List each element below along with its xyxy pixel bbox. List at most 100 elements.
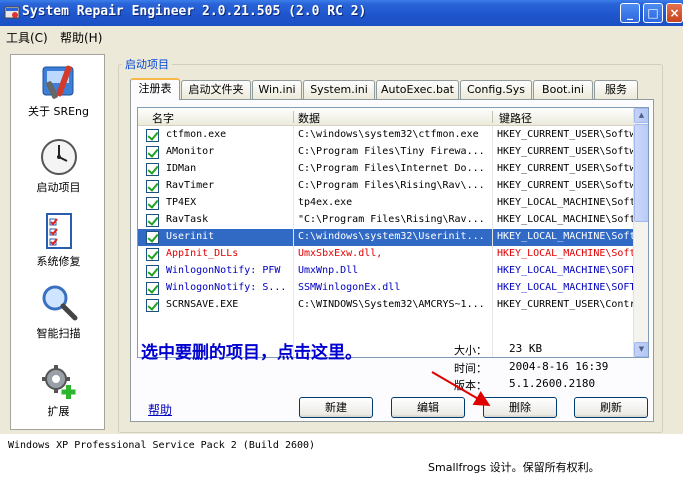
new-button[interactable]: 新建 [299, 397, 373, 418]
tab-services[interactable]: 服务 [594, 80, 638, 99]
row-data: C:\Program Files\Rising\Rav\... [298, 180, 485, 191]
tab-win-ini[interactable]: Win.ini [252, 80, 302, 99]
row-name: AppInit_DLLs [166, 248, 239, 259]
sidebar-item-label: 扩展 [47, 405, 70, 418]
window-title: System Repair Engineer 2.0.21.505 (2.0 R… [22, 4, 367, 19]
row-key-path: HKEY_LOCAL_MACHINE\Software [497, 214, 633, 225]
menu-help[interactable]: 帮助(H) [60, 29, 102, 46]
table-row[interactable]: RavTask "C:\Program Files\Rising\Rav... HK… [138, 212, 635, 229]
startup-list[interactable]: 名字 数据 键路径 ctfmon.exe C:\windows\system32\… [137, 107, 649, 358]
row-data: C:\WINDOWS\System32\AMCRYS~1... [298, 299, 485, 310]
time-value: 2004-8-16 16:39 [509, 360, 609, 373]
enabled-checkbox[interactable] [146, 197, 159, 210]
row-data: C:\windows\system32\Userinit... [298, 231, 485, 242]
tab-startup-folder[interactable]: 启动文件夹 [181, 80, 251, 99]
sidebar-item-startup[interactable]: 启动项目 [11, 137, 106, 195]
help-link[interactable]: 帮助 [148, 401, 172, 418]
sidebar-item-extensions[interactable]: 扩展 [11, 361, 106, 419]
row-name: WinlogonNotify: S... [166, 282, 287, 293]
app-icon [4, 6, 20, 19]
row-key-path: HKEY_CURRENT_USER\Software [497, 180, 633, 191]
title-bar: System Repair Engineer 2.0.21.505 (2.0 R… [0, 0, 683, 26]
refresh-button[interactable]: 刷新 [574, 397, 648, 418]
row-name: SCRNSAVE.EXE [166, 299, 239, 310]
column-header-key-path[interactable]: 键路径 [499, 110, 532, 126]
row-key-path: HKEY_LOCAL_MACHINE\SOFTWARE [497, 282, 633, 293]
enabled-checkbox[interactable] [146, 180, 159, 193]
row-key-path: HKEY_CURRENT_USER\Software [497, 163, 633, 174]
enabled-checkbox[interactable] [146, 231, 159, 244]
magnifier-icon [42, 285, 77, 321]
enabled-checkbox[interactable] [146, 299, 159, 312]
row-name: ctfmon.exe [166, 129, 227, 140]
row-name: Userinit [166, 231, 215, 242]
sidebar-item-label: 智能扫描 [36, 327, 81, 340]
row-key-path: HKEY_CURRENT_USER\Software [497, 146, 633, 157]
table-row[interactable]: WinlogonNotify: S... SSMWinlogonEx.dll HKE… [138, 280, 635, 297]
table-row[interactable]: Userinit C:\windows\system32\Userinit... H… [138, 229, 635, 246]
scroll-down-icon[interactable]: ▼ [634, 342, 648, 357]
scroll-thumb[interactable] [634, 124, 648, 222]
table-row[interactable]: RavTimer C:\Program Files\Rising\Rav\... H… [138, 178, 635, 195]
table-row[interactable]: IDMan C:\Program Files\Internet Do... HKEY… [138, 161, 635, 178]
table-row[interactable]: WinlogonNotify: PFW UmxWnp.Dll HKEY_LOCAL_… [138, 263, 635, 280]
row-data: UmxSbxExw.dll, [298, 248, 383, 259]
enabled-checkbox[interactable] [146, 248, 159, 261]
enabled-checkbox[interactable] [146, 129, 159, 142]
enabled-checkbox[interactable] [146, 265, 159, 278]
sidebar-item-about[interactable]: 关于 SREng [11, 61, 106, 119]
table-row[interactable]: SCRNSAVE.EXE C:\WINDOWS\System32\AMCRYS~1… [138, 297, 635, 314]
tab-boot-ini[interactable]: Boot.ini [533, 80, 593, 99]
vertical-scrollbar[interactable]: ▲ ▼ [633, 108, 648, 357]
table-row[interactable]: TP4EX tp4ex.exe HKEY_LOCAL_MACHINE\Softwar… [138, 195, 635, 212]
minimize-button[interactable]: _ [620, 3, 640, 23]
tab-registry[interactable]: 注册表 [130, 78, 180, 100]
version-label: 版本： [454, 379, 487, 392]
row-key-path: HKEY_CURRENT_USER\Software [497, 129, 633, 140]
gear-plus-icon [41, 365, 75, 399]
table-row[interactable]: AMonitor C:\Program Files\Tiny Firewa... H… [138, 144, 635, 161]
delete-button[interactable]: 删除 [483, 397, 557, 418]
sidebar-item-system-repair[interactable]: 系统修复 [11, 211, 106, 269]
size-value: 23 KB [509, 342, 543, 355]
column-header-name[interactable]: 名字 [152, 110, 174, 126]
row-name: IDMan [166, 163, 197, 174]
annotation-hint: 选中要删的项目，点击这里。 [141, 343, 362, 363]
tab-config-sys[interactable]: Config.Sys [460, 80, 532, 99]
status-area: Windows XP Professional Service Pack 2 (… [0, 434, 683, 478]
menu-bar: 工具(C) 帮助(H) [0, 26, 683, 46]
enabled-checkbox[interactable] [146, 282, 159, 295]
row-key-path: HKEY_LOCAL_MACHINE\Software [497, 248, 633, 259]
enabled-checkbox[interactable] [146, 163, 159, 176]
row-name: RavTask [166, 214, 209, 225]
enabled-checkbox[interactable] [146, 146, 159, 159]
group-title: 启动项目 [122, 56, 172, 72]
size-label: 大小： [454, 344, 487, 357]
row-name: RavTimer [166, 180, 215, 191]
sidebar-item-label: 启动项目 [36, 181, 81, 194]
row-key-path: HKEY_LOCAL_MACHINE\Software [497, 197, 633, 208]
table-row[interactable]: AppInit_DLLs UmxSbxExw.dll, HKEY_LOCAL_MAC… [138, 246, 635, 263]
tab-autoexec-bat[interactable]: AutoExec.bat [376, 80, 459, 99]
maximize-button[interactable]: □ [643, 3, 663, 23]
menu-tools[interactable]: 工具(C) [6, 29, 48, 46]
edit-button[interactable]: 编辑 [391, 397, 465, 418]
row-data: UmxWnp.Dll [298, 265, 359, 276]
tab-system-ini[interactable]: System.ini [303, 80, 375, 99]
row-name: TP4EX [166, 197, 197, 208]
scroll-up-icon[interactable]: ▲ [634, 108, 648, 123]
sidebar-item-smart-scan[interactable]: 智能扫描 [11, 283, 106, 341]
enabled-checkbox[interactable] [146, 214, 159, 227]
row-data: C:\Program Files\Internet Do... [298, 163, 485, 174]
checklist-icon [45, 213, 72, 249]
row-key-path: HKEY_LOCAL_MACHINE\Software [497, 231, 633, 242]
time-label: 时间： [454, 362, 487, 375]
row-data: C:\windows\system32\ctfmon.exe [298, 129, 479, 140]
row-data: SSMWinlogonEx.dll [298, 282, 401, 293]
sidebar: 关于 SREng 启动项目 系统修复 智能扫描 扩展 [10, 54, 105, 430]
column-header-data[interactable]: 数据 [298, 110, 320, 126]
close-button[interactable]: × [666, 3, 683, 23]
table-row[interactable]: ctfmon.exe C:\windows\system32\ctfmon.exe… [138, 127, 635, 144]
row-data: C:\Program Files\Tiny Firewa... [298, 146, 485, 157]
version-value: 5.1.2600.2180 [509, 377, 596, 390]
